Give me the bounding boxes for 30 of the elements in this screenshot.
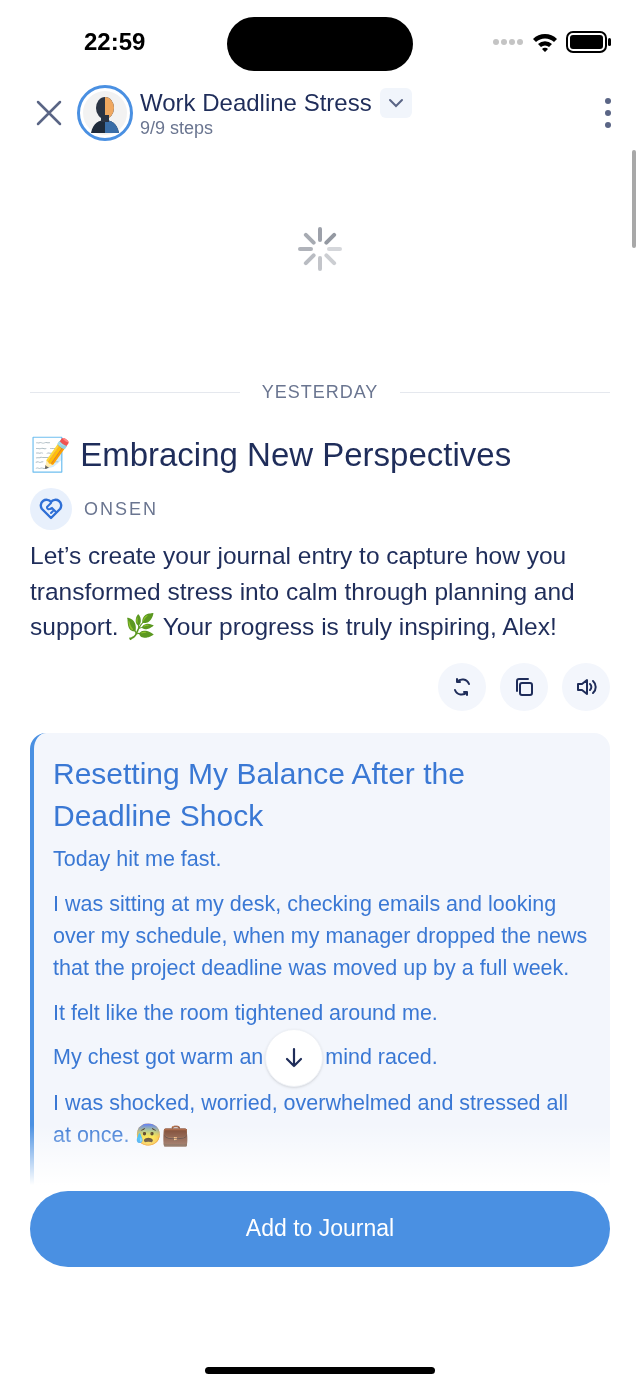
journal-paragraph: mind raced. — [325, 1044, 438, 1072]
message-title: 📝 Embracing New Perspectives — [30, 435, 513, 475]
chevron-down-icon — [387, 98, 404, 108]
journal-paragraph: It felt like the room tightened around me. — [53, 999, 439, 1027]
scroll-down-button[interactable] — [265, 1028, 324, 1087]
close-button[interactable] — [34, 98, 64, 128]
copy-button[interactable] — [500, 662, 548, 711]
journal-paragraph: My chest got warm an — [53, 1044, 264, 1072]
message-text: Let’s create your journal entry to capture how you transformed stress into calm through planning and support. 🌿 Your progress is truly inspiring, Alex! — [30, 541, 576, 642]
heart-handshake-icon — [30, 488, 72, 530]
signal-icon — [492, 38, 524, 46]
sender-name: ONSEN — [84, 497, 158, 521]
more-vertical-icon — [604, 97, 612, 129]
close-icon — [35, 99, 63, 127]
copy-icon — [513, 675, 535, 698]
journal-paragraph: Today hit me fast. — [53, 845, 223, 873]
battery-icon — [566, 31, 612, 53]
add-to-journal-button[interactable]: Add to Journal — [30, 1190, 610, 1267]
dropdown-button[interactable] — [379, 88, 412, 118]
conversation-title: Work Deadline Stress — [140, 89, 372, 117]
status-time: 22:59 — [84, 27, 146, 57]
regenerate-button[interactable] — [438, 662, 486, 711]
step-counter: 9/9 steps — [140, 118, 215, 138]
journal-paragraph: I was shocked, worried, overwhelmed and stressed all at once. 😰💼 — [53, 1089, 570, 1149]
journal-title: Resetting My Balance After the Deadline Shock — [53, 755, 466, 834]
date-divider-label: YESTERDAY — [261, 380, 379, 404]
regenerate-icon — [451, 675, 473, 698]
speaker-button[interactable] — [562, 662, 610, 711]
journal-paragraph: I was sitting at my desk, checking emails and looking over my schedule, when my manager dropped the news that the project deadline was moved up by a full week. — [53, 890, 589, 982]
wifi-icon — [532, 32, 558, 52]
